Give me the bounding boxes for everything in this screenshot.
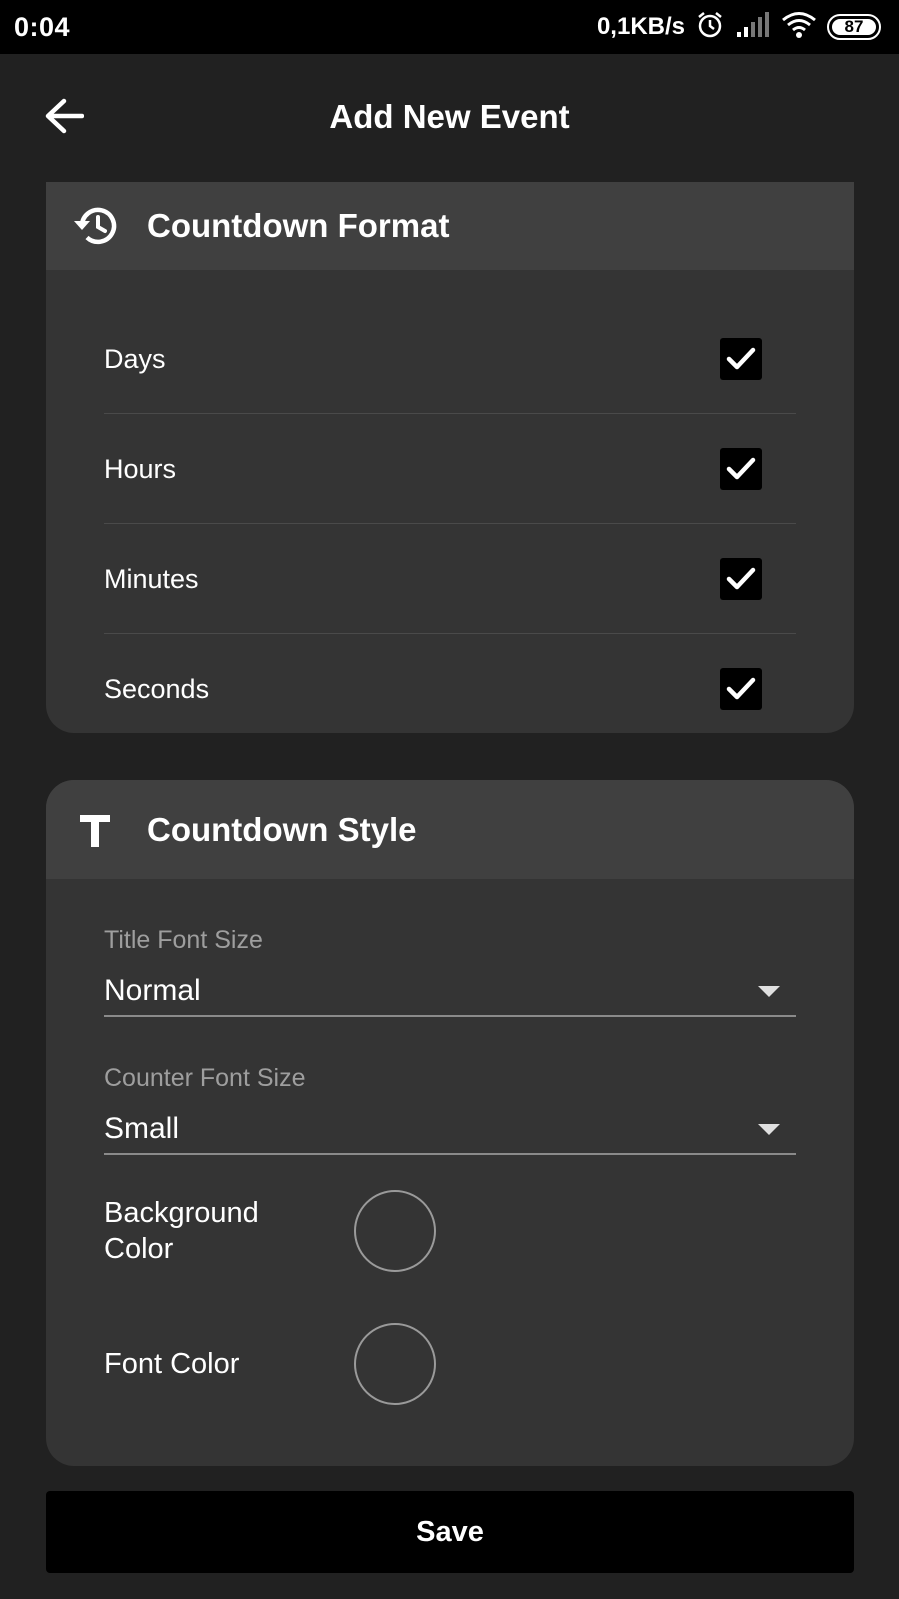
option-hours[interactable]: Hours (104, 414, 796, 524)
battery-level: 87 (844, 17, 864, 36)
option-label: Seconds (104, 673, 210, 704)
countdown-format-card: Countdown Format Days Hours Minutes Seco… (46, 182, 854, 733)
status-bar: 0:04 0,1KB/s 87 (0, 0, 899, 54)
option-days[interactable]: Days (104, 304, 796, 414)
background-color-row: Background Color (104, 1190, 796, 1272)
font-color-label: Font Color (104, 1348, 240, 1380)
network-speed: 0,1KB/s (596, 13, 685, 40)
option-seconds[interactable]: Seconds (104, 634, 796, 733)
dropdown-arrow-icon (758, 1123, 780, 1135)
option-label: Hours (104, 453, 177, 484)
background-color-label: Background Color (104, 1197, 259, 1265)
status-time: 0:04 (14, 12, 71, 42)
countdown-format-header: Countdown Format (46, 182, 854, 270)
app-bar: Add New Event (0, 54, 899, 180)
title-font-size-field[interactable]: Title Font Size Normal (104, 926, 796, 1017)
countdown-format-title: Countdown Format (147, 207, 450, 244)
days-checkbox[interactable] (720, 338, 762, 380)
seconds-checkbox[interactable] (720, 668, 762, 710)
option-label: Days (104, 343, 166, 374)
option-minutes[interactable]: Minutes (104, 524, 796, 634)
checkmark-icon (726, 677, 756, 700)
title-font-size-select[interactable]: Normal (104, 967, 796, 1017)
background-color-swatch[interactable] (354, 1190, 436, 1272)
page-title: Add New Event (329, 98, 570, 135)
battery-icon: 87 (827, 14, 881, 40)
history-icon (70, 201, 120, 251)
title-font-size-value: Normal (104, 974, 201, 1007)
minutes-checkbox[interactable] (720, 558, 762, 600)
counter-font-size-select[interactable]: Small (104, 1105, 796, 1155)
counter-font-size-field[interactable]: Counter Font Size Small (104, 1064, 796, 1155)
counter-font-size-label: Counter Font Size (104, 1064, 306, 1092)
countdown-style-header: Countdown Style (46, 780, 854, 879)
checkmark-icon (726, 567, 756, 590)
wifi-icon (781, 11, 817, 44)
font-color-row: Font Color (104, 1323, 796, 1405)
option-label: Minutes (104, 563, 199, 594)
countdown-style-card: Countdown Style Title Font Size Normal C… (46, 780, 854, 1466)
signal-icon (735, 11, 771, 43)
counter-font-size-value: Small (104, 1112, 180, 1145)
hours-checkbox[interactable] (720, 448, 762, 490)
dropdown-arrow-icon (758, 985, 780, 997)
save-button[interactable]: Save (46, 1491, 854, 1573)
font-color-swatch[interactable] (354, 1323, 436, 1405)
alarm-icon (695, 10, 725, 45)
title-font-size-label: Title Font Size (104, 926, 263, 954)
checkmark-icon (726, 347, 756, 370)
countdown-style-title: Countdown Style (147, 810, 417, 848)
status-icons: 0,1KB/s 87 (597, 10, 881, 44)
text-format-icon (70, 805, 120, 855)
checkmark-icon (726, 457, 756, 480)
